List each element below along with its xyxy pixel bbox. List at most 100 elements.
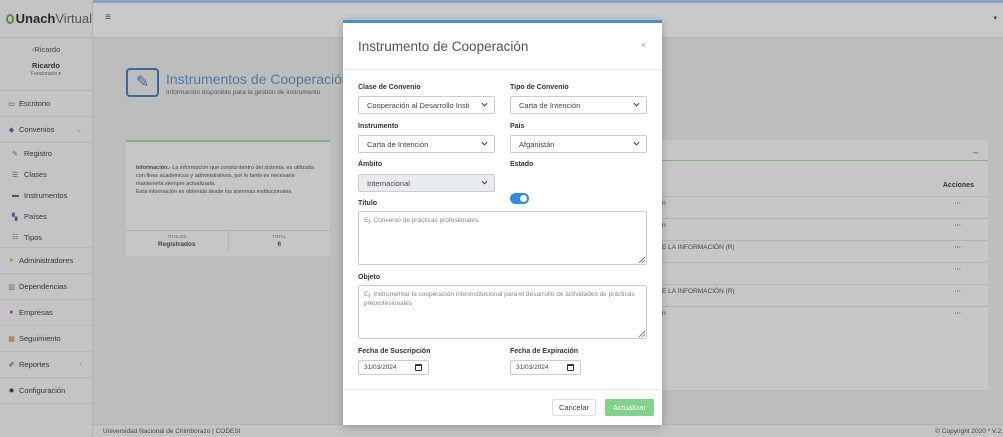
fecha-suscripcion-input[interactable]: 31/03/2024: [358, 360, 429, 375]
user-menu-caret-icon[interactable]: ▾: [993, 14, 997, 22]
ambito-select[interactable]: Internacional: [358, 174, 495, 192]
sidebar-subitem-label: Instrumentos: [24, 191, 68, 200]
info-text: Información.- La información que consta …: [136, 164, 322, 196]
select-value: Carta de Intención: [367, 140, 429, 149]
clase-convenio-label: Clase de Convenio: [358, 84, 421, 91]
modal-header: Instrumento de Cooperación ×: [343, 23, 662, 70]
row-actions-button[interactable]: ···: [955, 310, 962, 317]
sidebar-item-administradores[interactable]: ● Administradores: [0, 248, 92, 274]
edit-icon: ✎: [12, 150, 18, 158]
chevron-down-icon: [633, 141, 640, 146]
instrumento-select[interactable]: Carta de Intención: [358, 135, 495, 153]
page-subtitle: Información disponible para la gestión d…: [166, 89, 321, 96]
resize-grip-icon[interactable]: [639, 257, 645, 263]
table-row: n ···: [662, 306, 988, 328]
objeto-textarea[interactable]: Ej. Instrumentar la cooperación interins…: [358, 285, 647, 339]
instruments-list-card: – Acciones n ··· n ··· E LA INFORMACIÓN …: [662, 140, 988, 390]
titulo-label: Título: [358, 200, 378, 207]
chevron-left-icon: ‹: [79, 361, 82, 368]
brand-logo[interactable]: Unach Virtual: [0, 0, 92, 38]
sidebar-item-escritorio[interactable]: ▭ Escritorio: [0, 91, 92, 117]
update-button[interactable]: Actualizar: [605, 399, 654, 416]
sidebar-item-configuracion[interactable]: ✹ Configuración: [0, 378, 92, 404]
row-actions-button[interactable]: ···: [955, 266, 962, 273]
pen-icon: ✐: [8, 361, 15, 369]
edit-document-icon: ✎: [126, 68, 159, 97]
sidebar-subitem-label: Tipos: [24, 232, 43, 242]
clase-convenio-select[interactable]: Cooperación al Desarrollo Insti: [358, 96, 495, 114]
hamburger-icon[interactable]: ≡: [105, 12, 111, 23]
titulo-textarea[interactable]: Ej. Convenio de prácticas profesionales.: [358, 211, 647, 265]
avatar-alt-text: Ricardo: [34, 45, 61, 54]
sidebar-subitem-paises[interactable]: ▚ Países: [0, 206, 92, 227]
table-icon: ▦: [8, 335, 15, 343]
list-icon: ☰: [12, 171, 19, 179]
row-actions-button[interactable]: ···: [955, 200, 962, 207]
sidebar-subitem-clases[interactable]: ☰ Clases: [0, 164, 92, 185]
sidebar-item-label: Escritorio: [19, 99, 51, 108]
pais-select[interactable]: Afganistán: [510, 135, 647, 153]
stat-value: Registrados: [157, 241, 196, 248]
institution-icon: ▥: [8, 283, 15, 291]
info-stats: TÍTULOS Registrados TOTAL 6: [126, 230, 330, 252]
brand-name-light: Virtual: [55, 11, 92, 26]
topbar-accent-line: [93, 0, 1003, 3]
modal-footer: Cancelar Actualizar: [343, 389, 662, 425]
collapse-button[interactable]: –: [973, 147, 978, 157]
sidebar-subitem-instrumentos[interactable]: ▬ Instrumentos: [0, 185, 92, 206]
user-role-dropdown[interactable]: Funcionario ▾: [0, 71, 92, 77]
table-cell: E LA INFORMACIÓN (R): [662, 244, 735, 251]
brand-name-bold: Unach: [15, 11, 56, 26]
stat-label: TÍTULOS: [167, 234, 187, 239]
tipo-convenio-select[interactable]: Carta de Intención: [510, 96, 647, 114]
sidebar: Unach Virtual ▫Ricardo Ricardo Funcionari…: [0, 0, 93, 437]
sidebar-subitem-registro[interactable]: ✎ Registro: [0, 143, 92, 164]
sidebar-item-label: Reportes: [19, 360, 50, 369]
row-actions-button[interactable]: ···: [955, 244, 962, 251]
chevron-down-icon: ⌄: [76, 126, 82, 134]
select-value: Cooperación al Desarrollo Insti: [367, 101, 470, 110]
row-actions-button[interactable]: ···: [955, 288, 962, 295]
sidebar-item-label: Seguimiento: [19, 334, 61, 343]
table-cell: n: [662, 310, 666, 317]
avatar: ▫Ricardo: [0, 45, 92, 54]
users-icon: ●: [9, 309, 14, 316]
fecha-expiracion-input[interactable]: 31/03/2024: [510, 360, 581, 375]
cancel-button[interactable]: Cancelar: [551, 399, 596, 416]
tray-icon: ▬: [12, 192, 19, 199]
modal-title: Instrumento de Cooperación: [358, 39, 529, 54]
resize-grip-icon[interactable]: [639, 331, 645, 337]
sidebar-item-label: Convenios: [19, 125, 55, 134]
info-text-bold: Información.-: [136, 165, 171, 171]
table-row: n ···: [662, 196, 988, 218]
map-icon: ▚: [12, 213, 18, 221]
sidebar-item-label: Dependencias: [19, 282, 67, 291]
sidebar-item-empresas[interactable]: ● Empresas: [0, 300, 92, 326]
user-icon: ●: [9, 257, 14, 264]
calendar-icon[interactable]: [415, 364, 422, 371]
close-icon[interactable]: ×: [641, 40, 646, 50]
sidebar-item-dependencias[interactable]: ▥ Dependencias: [0, 274, 92, 300]
sidebar-subitem-tipos[interactable]: ☷ Tipos: [0, 227, 92, 248]
calendar-icon[interactable]: [567, 364, 574, 371]
fecha-suscripcion-label: Fecha de Suscripción: [358, 348, 431, 355]
table-cell: n: [662, 200, 666, 207]
table-row: E LA INFORMACIÓN (R) ···: [662, 284, 988, 306]
stat-total: TOTAL 6: [227, 231, 331, 252]
unach-logo-icon: [6, 13, 14, 24]
sidebar-item-label: Configuración: [19, 386, 66, 395]
footer: Universidad Nacional de Chimborazo | COD…: [93, 424, 1003, 437]
info-card: Información.- La información que consta …: [126, 140, 330, 256]
info-text-secondary: Esta información es obtenida desde los s…: [136, 189, 293, 195]
sidebar-subitem-label: Países: [24, 212, 47, 221]
list-alt-icon: ☷: [12, 234, 19, 241]
select-value: Internacional: [367, 179, 410, 188]
footer-copyright: © Copyright 2020 * V.2.: [935, 428, 1003, 435]
sidebar-item-convenios[interactable]: ◆ Convenios ⌄: [0, 117, 92, 143]
sidebar-item-seguimiento[interactable]: ▦ Seguimiento: [0, 326, 92, 352]
sidebar-item-label: Empresas: [19, 308, 53, 317]
objeto-placeholder: Ej. Instrumentar la cooperación interins…: [364, 291, 635, 307]
sidebar-item-reportes[interactable]: ✐ Reportes ‹: [0, 352, 92, 378]
estado-toggle[interactable]: [510, 193, 529, 204]
row-actions-button[interactable]: ···: [955, 222, 962, 229]
